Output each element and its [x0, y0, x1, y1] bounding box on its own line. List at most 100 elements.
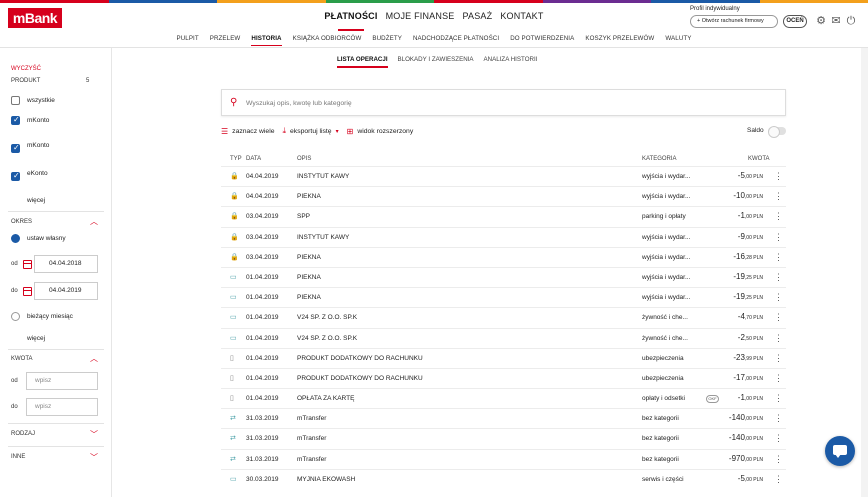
select-many-button[interactable]: ☰ zaznacz wiele [221, 127, 274, 136]
product-heading[interactable]: PRODUKT [11, 78, 40, 84]
more-options-icon[interactable]: ⋮ [774, 413, 783, 424]
clear-filters-link[interactable]: WYCZYŚĆ [11, 66, 41, 72]
col-date[interactable]: DATA [246, 156, 261, 162]
chevron-down-icon[interactable]: ﹀ [90, 429, 98, 440]
more-periods-link[interactable]: więcej [27, 335, 45, 342]
radio-current-month[interactable] [11, 312, 20, 321]
table-row[interactable]: ▭ 01.04.2019 PIEKNA wyjścia i wydar... -19,2… [221, 287, 786, 307]
history-tab[interactable]: BLOKADY I ZAWIESZENIA [398, 56, 474, 63]
sub-nav-item[interactable]: PRZELEW [210, 35, 241, 42]
table-row[interactable]: ▭ 01.04.2019 V24 SP. Z O.O. SP.K żywność i … [221, 307, 786, 327]
table-row[interactable]: ▭ 01.04.2019 V24 SP. Z O.O. SP.K żywność i … [221, 327, 786, 348]
radio-custom-period[interactable] [11, 234, 20, 243]
sub-nav-item[interactable]: KSIĄŻKA ODBIORCÓW [293, 35, 362, 42]
table-row[interactable]: 🔒 03.04.2019 INSTYTUT KAWY wyjścia i wydar.… [221, 226, 786, 247]
table-row[interactable]: 🔒 04.04.2019 PIEKNA wyjścia i wydar... -10,0… [221, 186, 786, 206]
table-row[interactable]: ▯ 01.04.2019 OPŁATA ZA KARTĘ opłaty i odset… [221, 388, 786, 408]
row-category[interactable]: bez kategorii [642, 435, 679, 442]
table-row[interactable]: 🔒 03.04.2019 SPP parking i opłaty -1,00 PLN ⋮ [221, 206, 786, 226]
page-scrollbar[interactable] [861, 48, 868, 497]
chevron-up-icon[interactable]: ︿ [90, 353, 98, 364]
table-row[interactable]: ▯ 01.04.2019 PRODUKT DODATKOWY DO RACHUNKU… [221, 367, 786, 388]
more-options-icon[interactable]: ⋮ [774, 191, 783, 202]
table-row[interactable]: ⇄ 31.03.2019 mTransfer bez kategorii -970,00… [221, 448, 786, 469]
more-options-icon[interactable]: ⋮ [774, 353, 783, 364]
open-business-account-button[interactable]: + Otwórz rachunek firmowy [690, 15, 778, 28]
more-options-icon[interactable]: ⋮ [774, 393, 783, 404]
table-row[interactable]: 🔒 03.04.2019 PIEKNA wyjścia i wydar... -16,2… [221, 246, 786, 267]
date-from-input[interactable]: 04.04.2018 [34, 255, 98, 273]
amount-from-input[interactable]: wpisz [26, 372, 98, 390]
more-options-icon[interactable]: ⋮ [774, 211, 783, 222]
history-tab[interactable]: LISTA OPERACJI [337, 56, 388, 68]
balance-toggle[interactable] [768, 126, 786, 138]
chat-button[interactable] [825, 436, 855, 466]
type-heading[interactable]: RODZAJ [11, 431, 35, 437]
search-input[interactable] [246, 96, 746, 110]
calendar-icon[interactable] [23, 287, 32, 296]
row-category[interactable]: wyjścia i wydar... [642, 274, 690, 281]
extended-view-button[interactable]: ⊞ widok rozszerzony [347, 127, 414, 136]
more-options-icon[interactable]: ⋮ [774, 292, 783, 303]
more-options-icon[interactable]: ⋮ [774, 232, 783, 243]
chevron-up-icon[interactable]: ︿ [90, 216, 98, 227]
row-category[interactable]: wyjścia i wydar... [642, 193, 690, 200]
checkbox-mkonto-1[interactable] [11, 115, 20, 125]
row-category[interactable]: żywność i che... [642, 314, 688, 321]
row-category[interactable]: bez kategorii [642, 415, 679, 422]
row-category[interactable]: bez kategorii [642, 456, 679, 463]
table-row[interactable]: ⇄ 31.03.2019 mTransfer bez kategorii -140,00… [221, 428, 786, 448]
more-options-icon[interactable]: ⋮ [774, 373, 783, 384]
sub-nav-item[interactable]: DO POTWIERDZENIA [510, 35, 574, 42]
row-category[interactable]: ubezpieczenia [642, 375, 684, 382]
export-button[interactable]: ⤓ eksportuj listę ▾ [282, 126, 338, 136]
main-nav-item[interactable]: MOJE FINANSE [386, 11, 455, 23]
row-category[interactable]: wyjścia i wydar... [642, 294, 690, 301]
table-row[interactable]: ▭ 30.03.2019 MYJNIA EKOWASH serwis i części… [221, 468, 786, 489]
row-category[interactable]: serwis i części [642, 476, 684, 483]
more-options-icon[interactable]: ⋮ [774, 272, 783, 283]
checkbox-mkonto-2[interactable] [11, 143, 20, 153]
calendar-icon[interactable] [23, 260, 32, 269]
row-category[interactable]: wyjścia i wydar... [642, 254, 690, 261]
sub-nav-item[interactable]: HISTORIA [251, 35, 282, 46]
rate-button[interactable]: OCEŃ [783, 15, 807, 28]
sub-nav-item[interactable]: NADCHODZĄCE PŁATNOŚCI [413, 35, 499, 42]
main-nav-item[interactable]: PŁATNOŚCI [324, 11, 377, 31]
more-options-icon[interactable]: ⋮ [774, 333, 783, 344]
period-heading[interactable]: OKRES [11, 219, 32, 225]
chevron-down-icon[interactable]: ﹀ [90, 452, 98, 463]
more-options-icon[interactable]: ⋮ [774, 433, 783, 444]
more-options-icon[interactable]: ⋮ [774, 252, 783, 263]
sub-nav-item[interactable]: BUDŻETY [372, 35, 402, 42]
row-category[interactable]: wyjścia i wydar... [642, 173, 690, 180]
power-icon[interactable]: ⏻ [845, 15, 857, 27]
checkbox-ekonto[interactable] [11, 171, 20, 181]
main-nav-item[interactable]: PASAŻ [462, 11, 492, 23]
date-to-input[interactable]: 04.04.2019 [34, 282, 98, 300]
history-tab[interactable]: ANALIZA HISTORII [484, 56, 538, 63]
sub-nav-item[interactable]: WALUTY [665, 35, 691, 42]
amount-to-input[interactable]: wpisz [26, 398, 98, 416]
table-row[interactable]: ▭ 01.04.2019 PIEKNA wyjścia i wydar... -19,2… [221, 266, 786, 287]
other-heading[interactable]: INNE [11, 454, 25, 460]
amount-heading[interactable]: KWOTA [11, 356, 33, 362]
sub-nav-item[interactable]: PULPIT [176, 35, 198, 42]
col-amount[interactable]: KWOTA [748, 156, 770, 162]
checkbox-all[interactable] [11, 96, 20, 105]
table-row[interactable]: ▯ 01.04.2019 PRODUKT DODATKOWY DO RACHUNKU… [221, 347, 786, 368]
mail-icon[interactable]: ✉ [830, 15, 842, 27]
row-category[interactable]: parking i opłaty [642, 213, 686, 220]
row-category[interactable]: opłaty i odsetki [642, 395, 685, 402]
row-category[interactable]: ubezpieczenia [642, 355, 684, 362]
more-options-icon[interactable]: ⋮ [774, 454, 783, 465]
more-options-icon[interactable]: ⋮ [774, 474, 783, 485]
table-row[interactable]: 🔒 04.04.2019 INSTYTUT KAWY wyjścia i wydar.… [221, 166, 786, 186]
sub-nav-item[interactable]: KOSZYK PRZELEWÓW [585, 35, 654, 42]
main-nav-item[interactable]: KONTAKT [500, 11, 543, 23]
more-options-icon[interactable]: ⋮ [774, 312, 783, 323]
more-products-link[interactable]: więcej [27, 197, 45, 204]
table-row[interactable]: ⇄ 31.03.2019 mTransfer bez kategorii -140,00… [221, 408, 786, 428]
row-category[interactable]: żywność i che... [642, 335, 688, 342]
more-options-icon[interactable]: ⋮ [774, 171, 783, 182]
